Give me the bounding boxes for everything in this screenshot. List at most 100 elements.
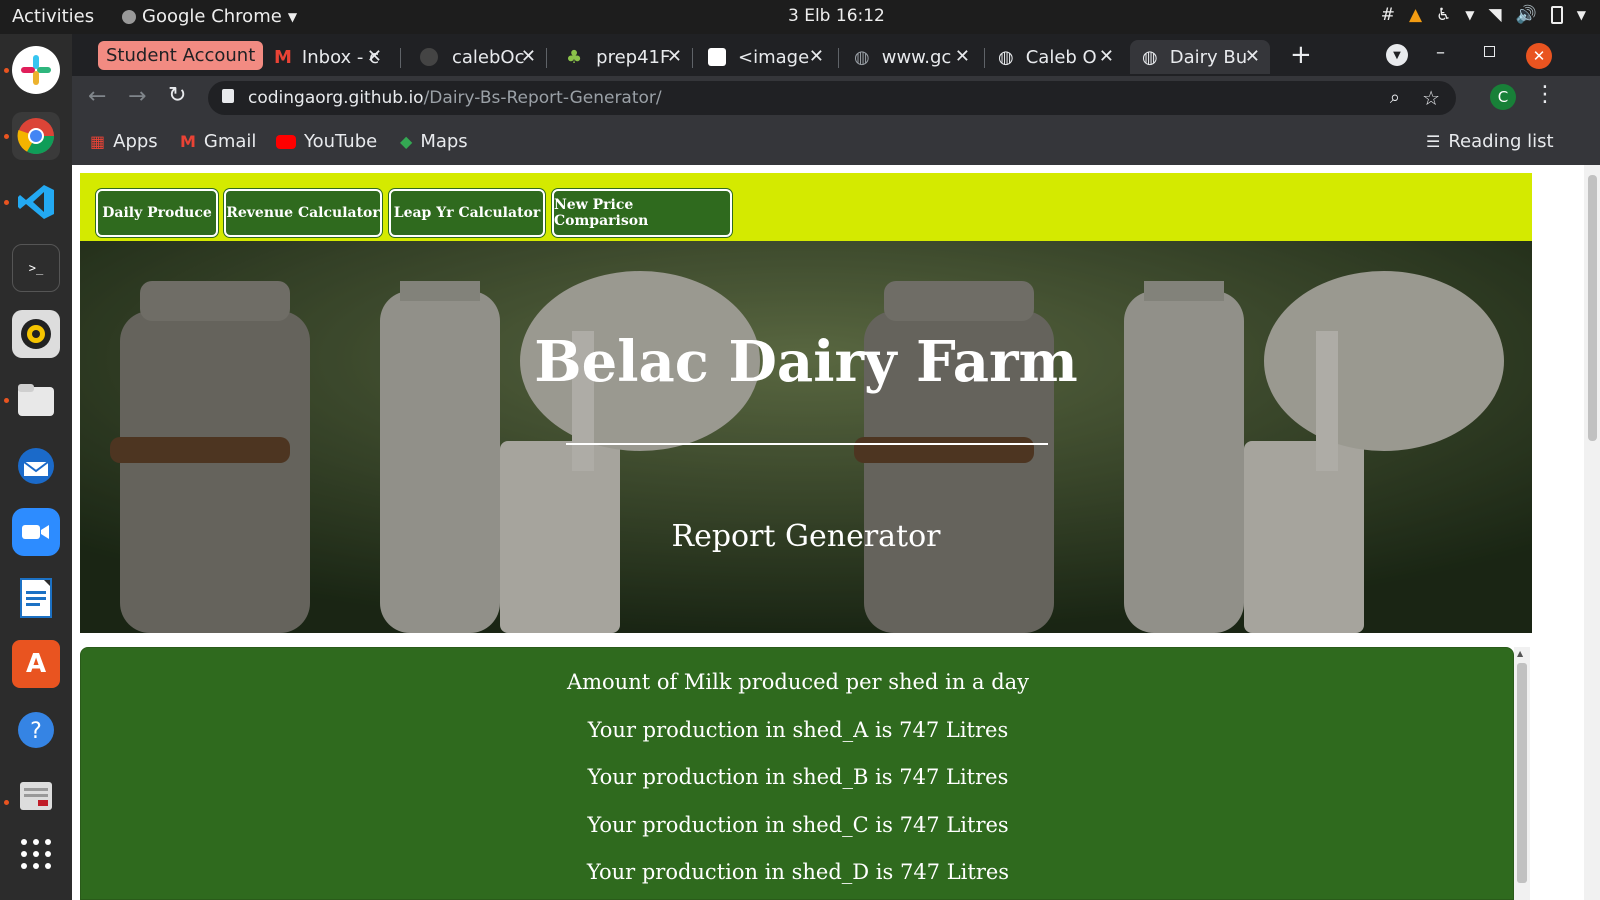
reading-list-button[interactable]: ☰ Reading list bbox=[1426, 131, 1554, 152]
report-line-shed-b: Your production in shed_B is 747 Litres bbox=[587, 765, 1009, 789]
web-page: Daily Produce Revenue Calculator Leap Yr… bbox=[72, 165, 1600, 900]
zoom-icon[interactable] bbox=[12, 508, 60, 556]
slack-tray-icon[interactable]: # bbox=[1381, 5, 1395, 25]
vscode-icon[interactable] bbox=[12, 178, 60, 226]
bookmark-apps[interactable]: ▦ Apps bbox=[90, 131, 158, 152]
student-account-tab-group[interactable]: Student Account bbox=[98, 41, 264, 70]
caret-down-icon[interactable]: ▼ bbox=[1577, 8, 1586, 22]
tab-caleboc[interactable]: calebOc ✕ bbox=[408, 40, 546, 74]
bookmark-maps[interactable]: ◆ Maps bbox=[400, 131, 468, 152]
app-menu[interactable]: Google Chrome ▼ bbox=[122, 6, 297, 27]
github-icon bbox=[420, 48, 438, 66]
ubuntu-software-icon[interactable]: A bbox=[12, 640, 60, 688]
nav-daily-produce[interactable]: Daily Produce bbox=[96, 189, 218, 237]
hero-banner: Belac Dairy Farm Report Generator bbox=[80, 241, 1532, 633]
zoom-icon[interactable]: ⌕ bbox=[1390, 87, 1400, 108]
battery-icon[interactable] bbox=[1550, 6, 1563, 24]
app-menu-label: Google Chrome bbox=[142, 6, 282, 27]
wifi-icon[interactable]: ◥ bbox=[1489, 5, 1502, 25]
files-icon[interactable] bbox=[12, 376, 60, 424]
tab-www[interactable]: ◍ www.gc ✕ bbox=[842, 40, 980, 74]
reload-icon[interactable]: ↻ bbox=[168, 83, 186, 108]
close-tab-icon[interactable]: ✕ bbox=[1099, 46, 1114, 67]
close-tab-icon[interactable]: ✕ bbox=[809, 46, 824, 67]
new-tab-button[interactable]: + bbox=[1290, 40, 1312, 70]
accessibility-icon[interactable]: ♿ bbox=[1436, 5, 1451, 25]
chrome-toolbar: ← → ↻ codingaorg.github.io /Dairy-Bs-Rep… bbox=[72, 76, 1600, 120]
page-scrollbar[interactable] bbox=[1584, 165, 1600, 900]
apps-grid-icon: ▦ bbox=[90, 132, 106, 151]
ubuntu-dock: >_ A ? bbox=[0, 34, 72, 900]
libreoffice-writer-icon[interactable] bbox=[12, 574, 60, 622]
site-navbar: Daily Produce Revenue Calculator Leap Yr… bbox=[80, 173, 1532, 241]
thunderbird-icon[interactable] bbox=[12, 442, 60, 490]
caret-down-icon: ▼ bbox=[287, 9, 298, 24]
slack-icon[interactable] bbox=[12, 46, 60, 94]
bookmark-youtube[interactable]: YouTube bbox=[276, 131, 377, 152]
profile-avatar[interactable]: C bbox=[1490, 84, 1516, 110]
reading-list-icon: ☰ bbox=[1426, 132, 1441, 151]
nav-new-price-comparison[interactable]: New Price Comparison bbox=[552, 189, 732, 237]
report-scroll-thumb[interactable] bbox=[1517, 663, 1527, 883]
vlc-tray-icon[interactable]: ▲ bbox=[1409, 5, 1422, 25]
show-applications-icon[interactable] bbox=[12, 830, 60, 878]
terminal-icon[interactable]: >_ bbox=[12, 244, 60, 292]
caret-down-icon[interactable]: ▼ bbox=[1465, 8, 1474, 22]
minimize-button[interactable]: – bbox=[1436, 42, 1445, 63]
forward-arrow-icon[interactable]: → bbox=[128, 84, 146, 109]
url-host: codingaorg.github.io bbox=[248, 88, 424, 108]
tab-label: <image bbox=[738, 46, 810, 68]
close-tab-icon[interactable]: ✕ bbox=[521, 46, 536, 67]
page-scroll-thumb[interactable] bbox=[1588, 175, 1597, 441]
back-arrow-icon[interactable]: ← bbox=[88, 84, 106, 109]
tab-search-button[interactable]: ▼ bbox=[1386, 44, 1408, 66]
chrome-menu-icon[interactable]: ⋮ bbox=[1534, 82, 1556, 107]
svg-text:?: ? bbox=[30, 719, 42, 744]
nav-leap-yr-calculator[interactable]: Leap Yr Calculator bbox=[389, 189, 545, 237]
globe-icon: ◍ bbox=[1142, 46, 1158, 68]
report-heading: Amount of Milk produced per shed in a da… bbox=[566, 670, 1030, 694]
tab-prep41f[interactable]: ♣ prep41F ✕ bbox=[554, 40, 692, 74]
tab-dairy-active[interactable]: ◍ Dairy Bu ✕ bbox=[1130, 40, 1270, 74]
document-viewer-icon[interactable] bbox=[12, 772, 60, 820]
maps-icon: ◆ bbox=[400, 132, 413, 151]
close-tab-icon[interactable]: ✕ bbox=[667, 46, 682, 67]
close-tab-icon[interactable]: ✕ bbox=[367, 46, 382, 67]
bookmark-star-icon[interactable]: ☆ bbox=[1422, 86, 1440, 110]
chrome-icon[interactable] bbox=[12, 112, 60, 160]
bookmark-gmail[interactable]: M Gmail bbox=[180, 131, 256, 152]
close-tab-icon[interactable]: ✕ bbox=[1245, 46, 1260, 67]
report-scrollbar[interactable]: ▲ bbox=[1514, 647, 1530, 900]
globe-icon: ◍ bbox=[998, 46, 1014, 68]
clock[interactable]: 3 Elb 16:12 bbox=[788, 6, 885, 26]
site-subtitle: Report Generator bbox=[671, 519, 941, 554]
rhythmbox-icon[interactable] bbox=[12, 310, 60, 358]
tab-label: Dairy Bu bbox=[1169, 46, 1248, 68]
volume-icon[interactable]: 🔊 bbox=[1516, 5, 1537, 25]
tab-label: Caleb O bbox=[1025, 46, 1097, 68]
bookmark-label: Apps bbox=[113, 131, 158, 152]
address-bar[interactable]: codingaorg.github.io /Dairy-Bs-Report-Ge… bbox=[208, 81, 1456, 115]
nav-revenue-calculator[interactable]: Revenue Calculator bbox=[224, 189, 382, 237]
image-site-icon bbox=[708, 48, 726, 66]
bookmark-label: Maps bbox=[420, 131, 468, 152]
url-path: /Dairy-Bs-Report-Generator/ bbox=[423, 88, 662, 108]
palm-tree-icon: ♣ bbox=[566, 46, 583, 68]
scroll-up-arrow-icon[interactable]: ▲ bbox=[1517, 649, 1523, 658]
close-tab-icon[interactable]: ✕ bbox=[955, 46, 970, 67]
restore-button[interactable] bbox=[1484, 46, 1495, 57]
hero-dark-overlay bbox=[80, 241, 1532, 633]
tab-caleb-o[interactable]: ◍ Caleb O ✕ bbox=[986, 40, 1124, 74]
chrome-window: Student Account M Inbox - c ✕ calebOc ✕ … bbox=[72, 34, 1600, 165]
help-icon[interactable]: ? bbox=[12, 706, 60, 754]
system-tray[interactable]: # ▲ ♿ ▼ ◥ 🔊 ▼ bbox=[1381, 5, 1586, 25]
youtube-icon bbox=[276, 134, 296, 149]
gmail-icon: M bbox=[274, 46, 292, 68]
tab-label: calebOc bbox=[452, 46, 525, 68]
system-top-bar: Activities Google Chrome ▼ 3 Elb 16:12 #… bbox=[0, 0, 1600, 34]
tab-image[interactable]: <image ✕ bbox=[696, 40, 834, 74]
close-window-button[interactable]: ✕ bbox=[1526, 43, 1552, 69]
activities-button[interactable]: Activities bbox=[12, 6, 94, 27]
tab-inbox[interactable]: M Inbox - c ✕ bbox=[262, 40, 392, 74]
title-divider bbox=[566, 443, 1048, 445]
